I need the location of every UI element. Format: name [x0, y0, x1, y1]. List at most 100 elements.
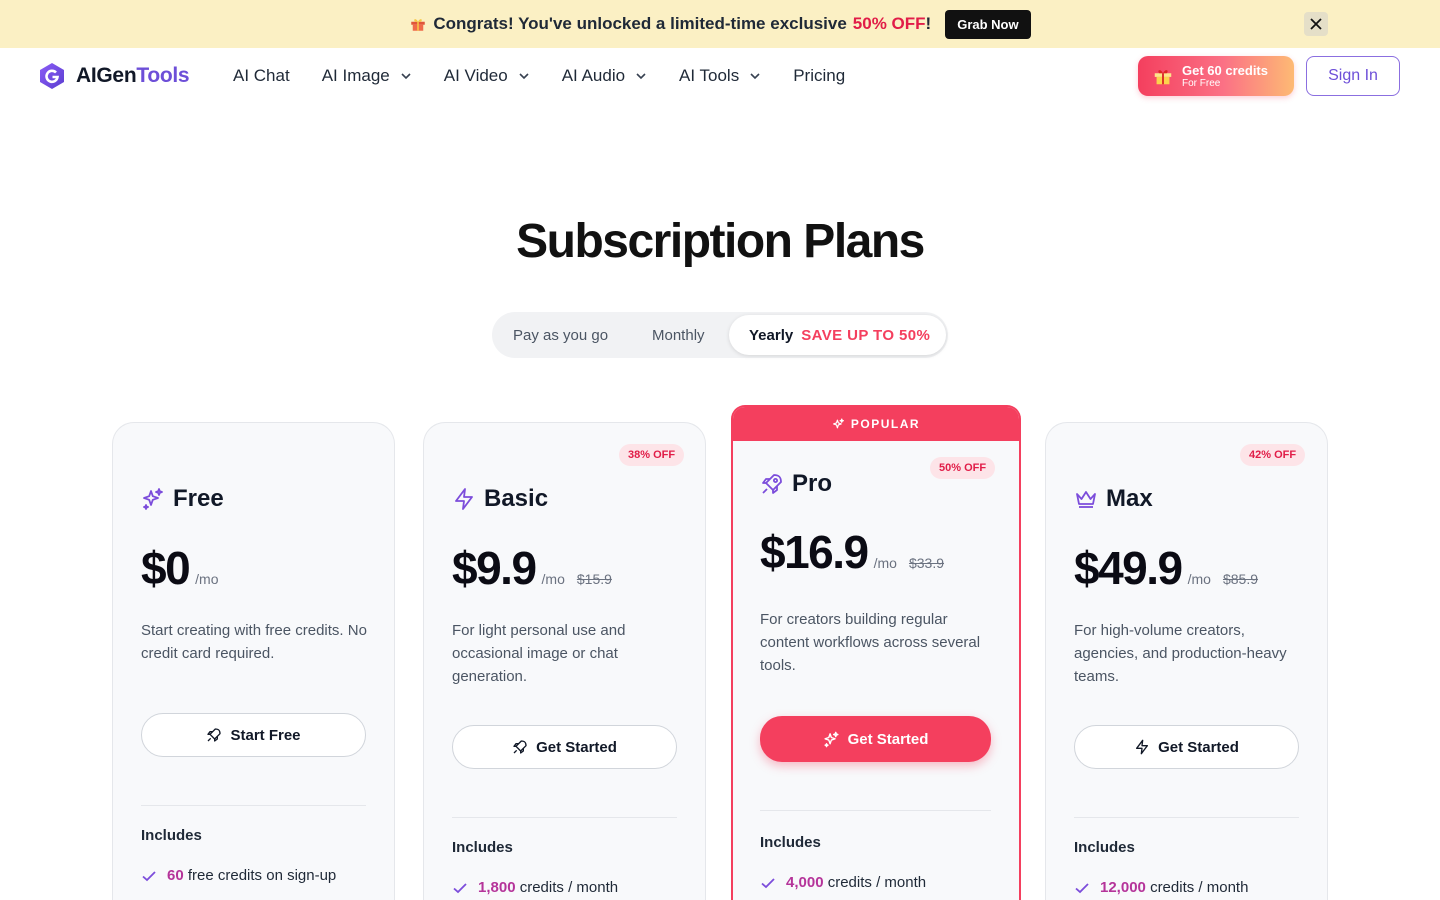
credits-sublabel: For Free: [1182, 77, 1221, 89]
tab-pay-as-you-go[interactable]: Pay as you go: [513, 312, 608, 358]
chevron-down-icon: [636, 73, 646, 80]
get-started-button[interactable]: Get Started: [452, 725, 677, 769]
plan-price: $0: [141, 542, 191, 594]
price-period: /mo: [1187, 571, 1211, 587]
price-row: $16.9 /mo $33.9: [760, 525, 944, 579]
plan-name: Pro: [792, 470, 833, 497]
promo-message: Congrats! You've unlocked a limited-time…: [409, 14, 931, 34]
plan-price: $49.9: [1074, 542, 1183, 594]
sparkles-icon: [832, 417, 844, 428]
sparkles-icon: [143, 488, 163, 510]
gift-icon: [1154, 70, 1172, 85]
nav-item-ai-image[interactable]: AI Image: [322, 66, 412, 86]
price-period: /mo: [873, 555, 897, 571]
feature-item: 12,000 credits / month: [1074, 879, 1248, 896]
nav-item-ai-video[interactable]: AI Video: [444, 66, 530, 86]
sparkles-icon: [823, 731, 839, 747]
includes-heading: Includes: [1074, 839, 1135, 856]
price-period: /mo: [541, 571, 565, 587]
discount-badge: 50% OFF: [930, 457, 996, 479]
grab-now-button[interactable]: Grab Now: [945, 9, 1031, 39]
credits-label: Get 60 credits: [1182, 62, 1268, 78]
chevron-down-icon: [519, 73, 529, 80]
plan-price: $16.9: [760, 526, 869, 578]
divider: [452, 817, 677, 818]
get-started-button[interactable]: Get Started: [760, 716, 991, 762]
check-icon: [1075, 882, 1089, 893]
check-icon: [453, 882, 467, 893]
close-banner-button[interactable]: [1304, 12, 1328, 36]
price-period: /mo: [195, 571, 219, 587]
divider: [141, 805, 366, 806]
includes-heading: Includes: [760, 834, 821, 851]
cta-label: Start Free: [230, 726, 301, 744]
plan-header: Basic: [452, 485, 548, 513]
feature-item: 1,800 credits / month: [452, 879, 618, 896]
nav-item-pricing[interactable]: Pricing: [793, 66, 845, 86]
discount-badge: 42% OFF: [1240, 444, 1306, 466]
plan-card-free: Free $0 /mo Start creating with free cre…: [112, 422, 395, 900]
plan-description: For light personal use and occasional im…: [452, 622, 626, 685]
crown-icon: [1076, 491, 1096, 508]
nav-item-ai-audio[interactable]: AI Audio: [562, 66, 647, 86]
sign-in-button[interactable]: Sign In: [1306, 56, 1400, 96]
price-row: $9.9 /mo $15.9: [452, 541, 612, 595]
promo-banner: Congrats! You've unlocked a limited-time…: [0, 0, 1440, 48]
main-nav: AIGenTools AI Chat AI Image AI Video AI …: [0, 48, 1440, 104]
start-free-button[interactable]: Start Free: [141, 713, 366, 757]
gift-icon: [411, 19, 426, 31]
price-row: $0 /mo: [141, 541, 219, 595]
discount-badge: 38% OFF: [619, 444, 685, 466]
plan-price: $9.9: [452, 542, 537, 594]
plan-header: Pro: [760, 470, 832, 498]
rocket-icon: [207, 728, 222, 742]
plan-header: Free: [141, 485, 224, 513]
plan-name: Free: [173, 485, 224, 512]
billing-toggle: Pay as you go Monthly Yearly SAVE UP TO …: [492, 312, 948, 358]
check-icon: [761, 877, 775, 888]
nav-item-ai-tools[interactable]: AI Tools: [679, 66, 761, 86]
save-badge: SAVE UP TO 50%: [801, 326, 931, 344]
plan-card-pro: POPULAR 50% OFF Pro $16.9 /mo $33.9 For …: [731, 405, 1021, 900]
tab-monthly[interactable]: Monthly: [652, 312, 705, 358]
chevron-down-icon: [750, 73, 760, 80]
rocket-icon: [513, 740, 527, 754]
cta-label: Get Started: [536, 738, 617, 756]
nav-item-ai-chat[interactable]: AI Chat: [233, 66, 290, 86]
plan-name: Max: [1106, 485, 1153, 512]
feature-item: 4,000 credits / month: [760, 874, 926, 891]
old-price: $15.9: [576, 571, 612, 587]
lightning-icon: [1136, 739, 1149, 755]
divider: [1074, 817, 1299, 818]
cta-label: Get Started: [847, 730, 929, 748]
logo-text: AIGenTools: [76, 64, 190, 87]
popular-label: POPULAR: [850, 417, 921, 431]
rocket-icon: [762, 474, 782, 494]
plan-description: For high-volume creators, agencies, and …: [1074, 622, 1287, 685]
plan-card-max: 42% OFF Max $49.9 /mo $85.9 For high-vol…: [1045, 422, 1328, 900]
includes-heading: Includes: [141, 827, 202, 844]
nav-menu: AI Chat AI Image AI Video AI Audio AI To…: [233, 48, 845, 104]
tab-yearly-label: Yearly: [749, 326, 794, 344]
plan-header: Max: [1074, 485, 1153, 513]
includes-heading: Includes: [452, 839, 513, 856]
promo-exclaim: !: [925, 14, 932, 33]
feature-item: 60 free credits on sign-up: [141, 867, 336, 884]
get-started-button[interactable]: Get Started: [1074, 725, 1299, 769]
tab-yearly[interactable]: Yearly SAVE UP TO 50%: [729, 315, 946, 355]
plan-name: Basic: [484, 485, 549, 512]
plan-description: For creators building regular content wo…: [760, 611, 981, 674]
logo[interactable]: AIGenTools: [38, 62, 190, 90]
old-price: $85.9: [1222, 571, 1259, 587]
close-icon: [1310, 18, 1322, 30]
old-price: $33.9: [908, 555, 945, 571]
promo-highlight: 50% OFF: [852, 14, 926, 33]
chevron-down-icon: [401, 73, 411, 80]
plan-card-basic: 38% OFF Basic $9.9 /mo $15.9 For light p…: [423, 422, 706, 900]
plan-description: Start creating with free credits. No cre…: [141, 622, 367, 662]
popular-badge: POPULAR: [733, 407, 1019, 441]
logo-icon: [40, 63, 64, 89]
price-row: $49.9 /mo $85.9: [1074, 541, 1258, 595]
get-credits-button[interactable]: Get 60 credits For Free: [1138, 56, 1294, 96]
lightning-icon: [455, 488, 473, 510]
